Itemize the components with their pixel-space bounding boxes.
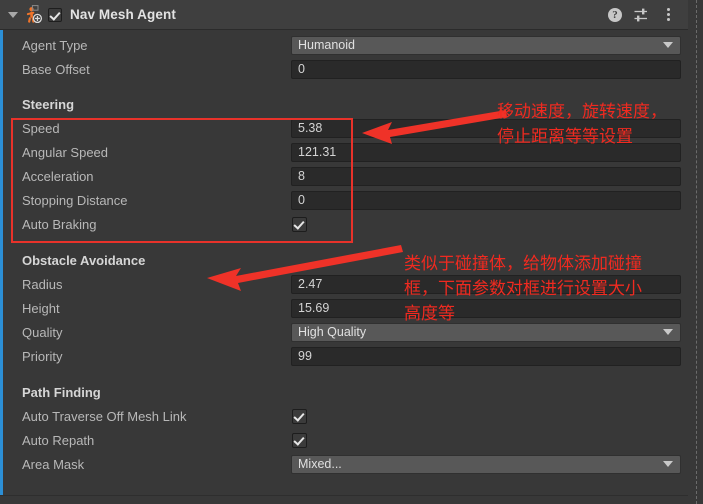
checkbox-auto-braking[interactable]	[292, 216, 307, 232]
label-obstacle-avoidance: Obstacle Avoidance	[22, 252, 146, 268]
label-radius: Radius	[22, 276, 63, 292]
input-priority[interactable]: 99	[291, 346, 681, 366]
foldout-toggle[interactable]	[2, 0, 24, 30]
row-acceleration[interactable]: Acceleration 8	[0, 164, 688, 188]
checkbox-auto-repath[interactable]	[292, 432, 307, 448]
value-height: 15.69	[298, 301, 330, 315]
row-area-mask[interactable]: Area Mask Mixed...	[0, 452, 688, 476]
component-header[interactable]: Nav Mesh Agent ?	[0, 0, 688, 30]
row-quality[interactable]: Quality High Quality	[0, 320, 688, 344]
label-base-offset: Base Offset	[22, 61, 90, 77]
component-title: Nav Mesh Agent	[70, 7, 176, 22]
label-angular-speed: Angular Speed	[22, 144, 109, 160]
value-agent-type: Humanoid	[298, 38, 355, 52]
row-auto-repath[interactable]: Auto Repath	[0, 428, 688, 452]
annotation-note-2-line-1: 类似于碰撞体，给物体添加碰撞	[404, 254, 642, 274]
row-priority[interactable]: Priority 99	[0, 344, 688, 368]
component-enabled-checkbox[interactable]	[48, 7, 62, 22]
panel-bottom-divider	[0, 495, 688, 496]
annotation-note-2-line-2: 框，下面参数对框进行设置大小	[404, 279, 642, 299]
value-base-offset: 0	[298, 62, 305, 76]
chevron-down-icon	[663, 42, 673, 48]
label-priority: Priority	[22, 348, 63, 364]
help-icon[interactable]: ?	[608, 7, 622, 22]
row-stopping-distance[interactable]: Stopping Distance 0	[0, 188, 688, 212]
input-stopping-distance[interactable]: 0	[291, 190, 681, 210]
annotation-note-1-line-2: 停止距离等等设置	[497, 127, 633, 147]
label-auto-braking: Auto Braking	[22, 216, 97, 232]
value-quality: High Quality	[298, 325, 367, 339]
row-base-offset[interactable]: Base Offset 0	[0, 57, 688, 81]
value-area-mask: Mixed...	[298, 457, 342, 471]
value-acceleration: 8	[298, 169, 305, 183]
label-path-finding: Path Finding	[22, 384, 101, 400]
chevron-down-icon	[663, 329, 673, 335]
label-acceleration: Acceleration	[22, 168, 94, 184]
row-agent-type[interactable]: Agent Type Humanoid	[0, 33, 688, 57]
row-auto-braking[interactable]: Auto Braking	[0, 212, 688, 236]
property-list: Agent Type Humanoid Base Offset 0 Steeri…	[0, 30, 688, 474]
label-stopping-distance: Stopping Distance	[22, 192, 128, 208]
annotation-note-2-line-3: 高度等	[404, 304, 455, 324]
chevron-down-icon	[663, 461, 673, 467]
value-speed: 5.38	[298, 121, 323, 135]
label-auto-repath: Auto Repath	[22, 432, 95, 448]
input-acceleration[interactable]: 8	[291, 166, 681, 186]
panel-resize-handle[interactable]	[696, 0, 697, 504]
panel-right-gutter	[688, 0, 703, 504]
value-priority: 99	[298, 349, 312, 363]
label-height: Height	[22, 300, 60, 316]
unity-inspector-panel: Nav Mesh Agent ? Agent Type Humanoid Bas…	[0, 0, 703, 504]
label-quality: Quality	[22, 324, 63, 340]
nav-mesh-agent-icon	[24, 4, 44, 25]
value-angular-speed: 121.31	[298, 145, 337, 159]
dropdown-area-mask[interactable]: Mixed...	[291, 454, 681, 474]
label-area-mask: Area Mask	[22, 456, 85, 472]
input-base-offset[interactable]: 0	[291, 59, 681, 79]
section-path-finding: Path Finding	[0, 380, 688, 404]
annotation-note-1-line-1: 移动速度，旋转速度，	[497, 102, 667, 122]
label-speed: Speed	[22, 120, 60, 136]
label-agent-type: Agent Type	[22, 37, 88, 53]
dropdown-agent-type[interactable]: Humanoid	[291, 35, 681, 55]
value-stopping-distance: 0	[298, 193, 305, 207]
value-radius: 2.47	[298, 277, 323, 291]
more-menu-icon[interactable]	[660, 6, 676, 24]
chevron-down-icon	[8, 11, 18, 18]
dropdown-quality[interactable]: High Quality	[291, 322, 681, 342]
row-auto-traverse-off-mesh-link[interactable]: Auto Traverse Off Mesh Link	[0, 404, 688, 428]
checkbox-auto-traverse-off-mesh-link[interactable]	[292, 408, 307, 424]
header-icon-group: ?	[608, 6, 688, 24]
preset-icon[interactable]	[633, 7, 649, 23]
label-auto-traverse-off-mesh-link: Auto Traverse Off Mesh Link	[22, 408, 187, 424]
label-steering: Steering	[22, 96, 75, 112]
